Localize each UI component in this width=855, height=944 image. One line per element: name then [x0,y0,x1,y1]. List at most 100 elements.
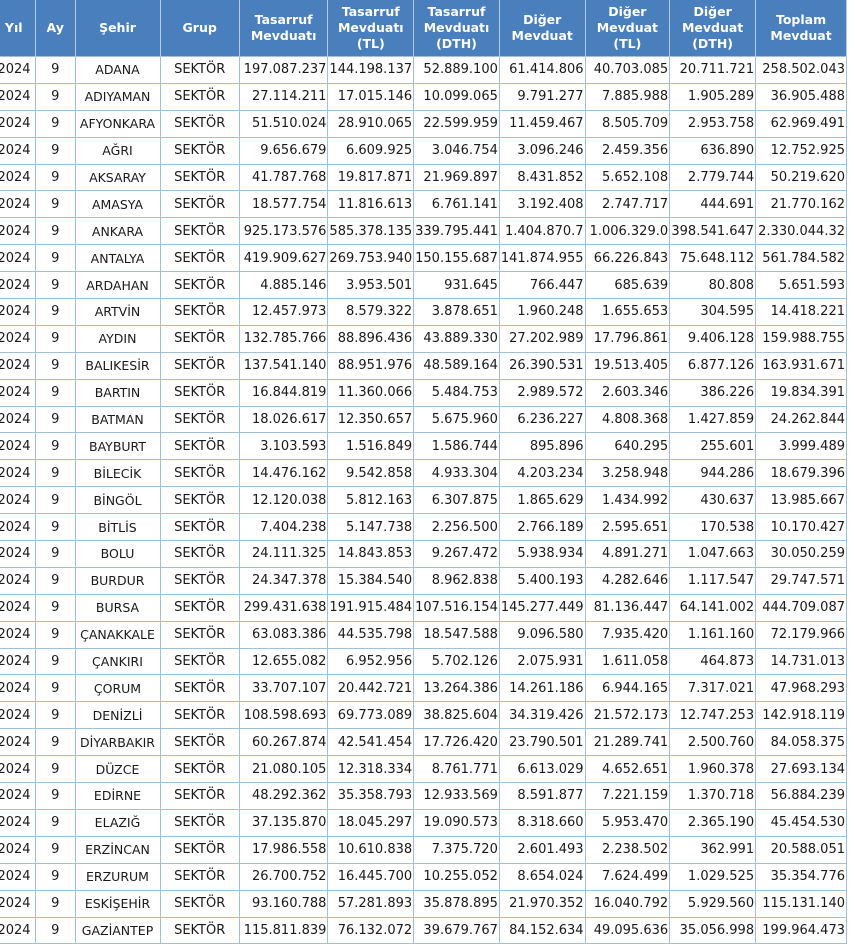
table-row[interactable]: 2024 9 BAYBURT SEKTÖR 3.103.593 1.516.849 1.58… [0,432,847,461]
cell-tasarruf-mevduati[interactable]: 18.577.754 [238,190,329,219]
cell-ay[interactable]: 9 [34,324,76,353]
cell-grup[interactable]: SEKTÖR [159,324,240,353]
cell-diger-mevduat[interactable]: 766.447 [498,271,586,300]
cell-diger-mevduat[interactable]: 8.591.877 [498,782,586,810]
cell-diger-mevduat-dth[interactable]: 12.747.253 [669,701,757,730]
cell-yil[interactable]: 2024 [0,513,36,542]
cell-diger-mevduat-dth[interactable]: 1.427.859 [669,405,757,434]
cell-diger-mevduat[interactable]: 145.277.449 [498,593,586,622]
cell-toplam-mevduat[interactable]: 561.784.582 [755,244,847,273]
cell-sehir[interactable]: DENİZLİ [74,701,161,730]
cell-sehir[interactable]: BİTLİS [74,513,161,542]
cell-tasarruf-mevduati[interactable]: 21.080.105 [238,755,329,784]
cell-ay[interactable]: 9 [34,540,76,568]
table-row[interactable]: 2024 9 AFYONKARA SEKTÖR 51.510.024 28.910.065… [0,109,847,138]
cell-tasarruf-mevduati-dth[interactable]: 38.825.604 [413,701,500,730]
cell-tasarruf-mevduati-dth[interactable]: 10.099.065 [413,82,500,111]
cell-yil[interactable]: 2024 [0,540,36,568]
cell-tasarruf-mevduati-dth[interactable]: 6.761.141 [413,190,500,219]
cell-diger-mevduat-dth[interactable]: 255.601 [669,432,757,461]
cell-tasarruf-mevduati-tl[interactable]: 44.535.798 [327,620,415,649]
cell-diger-mevduat-tl[interactable]: 19.513.405 [584,351,671,380]
cell-ay[interactable]: 9 [34,620,76,649]
table-row[interactable]: 2024 9 BARTIN SEKTÖR 16.844.819 11.360.066 5.4… [0,378,847,407]
cell-tasarruf-mevduati-dth[interactable]: 107.516.154 [413,593,500,622]
table-row[interactable]: 2024 9 ANTALYA SEKTÖR 419.909.627 269.753.940… [0,244,847,273]
cell-sehir[interactable]: ARDAHAN [74,271,161,300]
cell-tasarruf-mevduati-tl[interactable]: 88.951.976 [327,351,415,380]
cell-diger-mevduat-tl[interactable]: 2.595.651 [584,513,671,542]
cell-sehir[interactable]: AĞRI [74,136,161,165]
cell-diger-mevduat-dth[interactable]: 636.890 [669,136,757,165]
cell-grup[interactable]: SEKTÖR [159,728,240,757]
cell-diger-mevduat[interactable]: 5.938.934 [498,540,586,568]
cell-diger-mevduat[interactable]: 6.236.227 [498,405,586,434]
cell-tasarruf-mevduati-dth[interactable]: 13.264.386 [413,674,500,703]
cell-ay[interactable]: 9 [34,163,76,192]
cell-diger-mevduat[interactable]: 3.192.408 [498,190,586,219]
cell-sehir[interactable]: BİNGÖL [74,486,161,515]
cell-diger-mevduat[interactable]: 2.601.493 [498,835,586,864]
cell-toplam-mevduat[interactable]: 115.131.140 [755,889,847,918]
table-row[interactable]: 2024 9 ÇANAKKALE SEKTÖR 63.083.386 44.535.798… [0,620,847,649]
cell-grup[interactable]: SEKTÖR [159,647,240,676]
cell-toplam-mevduat[interactable]: 3.999.489 [755,432,847,461]
cell-sehir[interactable]: AYDIN [74,324,161,353]
cell-sehir[interactable]: BALIKESİR [74,351,161,380]
cell-ay[interactable]: 9 [34,674,76,703]
cell-diger-mevduat-tl[interactable]: 1.434.992 [584,486,671,515]
cell-yil[interactable]: 2024 [0,244,36,273]
cell-toplam-mevduat[interactable]: 163.931.671 [755,351,847,380]
cell-tasarruf-mevduati-tl[interactable]: 88.896.436 [327,324,415,353]
cell-tasarruf-mevduati-tl[interactable]: 5.147.738 [327,513,415,542]
cell-toplam-mevduat[interactable]: 159.988.755 [755,324,847,353]
cell-diger-mevduat-dth[interactable]: 444.691 [669,190,757,219]
cell-tasarruf-mevduati-dth[interactable]: 35.878.895 [413,889,500,918]
cell-diger-mevduat-tl[interactable]: 66.226.843 [584,244,671,273]
cell-diger-mevduat-tl[interactable]: 21.572.173 [584,701,671,730]
table-row[interactable]: 2024 9 AĞRI SEKTÖR 9.656.679 6.609.925 3.046.7… [0,136,847,165]
cell-tasarruf-mevduati-dth[interactable]: 5.702.126 [413,647,500,676]
col-header-tasarruf-mevduati[interactable]: Tasarruf Mevduatı [239,0,329,57]
cell-diger-mevduat[interactable]: 895.896 [498,432,586,461]
cell-tasarruf-mevduati-tl[interactable]: 269.753.940 [327,244,415,273]
cell-sehir[interactable]: ANTALYA [74,244,161,273]
cell-tasarruf-mevduati[interactable]: 24.347.378 [238,566,329,595]
cell-tasarruf-mevduati-tl[interactable]: 191.915.484 [327,593,415,622]
cell-tasarruf-mevduati[interactable]: 60.267.874 [238,728,329,757]
cell-diger-mevduat[interactable]: 2.766.189 [498,513,586,542]
cell-toplam-mevduat[interactable]: 5.651.593 [755,271,847,300]
cell-sehir[interactable]: ARTVİN [74,298,161,326]
cell-ay[interactable]: 9 [34,271,76,300]
cell-diger-mevduat-dth[interactable]: 1.370.718 [669,782,757,810]
cell-diger-mevduat[interactable]: 1.865.629 [498,486,586,515]
cell-grup[interactable]: SEKTÖR [159,271,240,300]
cell-diger-mevduat-tl[interactable]: 4.282.646 [584,566,671,595]
cell-diger-mevduat-tl[interactable]: 1.611.058 [584,647,671,676]
cell-tasarruf-mevduati-dth[interactable]: 5.675.960 [413,405,500,434]
cell-diger-mevduat-tl[interactable]: 685.639 [584,271,671,300]
cell-grup[interactable]: SEKTÖR [159,701,240,730]
cell-tasarruf-mevduati[interactable]: 17.986.558 [238,835,329,864]
table-row[interactable]: 2024 9 BATMAN SEKTÖR 18.026.617 12.350.657 5.6… [0,405,847,434]
cell-diger-mevduat-dth[interactable]: 304.595 [669,298,757,326]
cell-diger-mevduat[interactable]: 9.096.580 [498,620,586,649]
cell-yil[interactable]: 2024 [0,217,36,246]
cell-grup[interactable]: SEKTÖR [159,163,240,192]
table-row[interactable]: 2024 9 ARDAHAN SEKTÖR 4.885.146 3.953.501 931.… [0,271,847,300]
cell-tasarruf-mevduati[interactable]: 12.655.082 [238,647,329,676]
cell-tasarruf-mevduati[interactable]: 419.909.627 [238,244,329,273]
table-row[interactable]: 2024 9 BURSA SEKTÖR 299.431.638 191.915.484 10… [0,593,847,622]
table-row[interactable]: 2024 9 EDİRNE SEKTÖR 48.292.362 35.358.793 12.… [0,782,847,810]
cell-tasarruf-mevduati[interactable]: 26.700.752 [238,862,329,891]
cell-ay[interactable]: 9 [34,647,76,676]
cell-sehir[interactable]: ADIYAMAN [74,82,161,111]
cell-ay[interactable]: 9 [34,486,76,515]
cell-tasarruf-mevduati-dth[interactable]: 19.090.573 [413,808,500,837]
table-row[interactable]: 2024 9 ÇANKIRI SEKTÖR 12.655.082 6.952.956 5.7… [0,647,847,676]
cell-tasarruf-mevduati-tl[interactable]: 9.542.858 [327,459,415,488]
cell-diger-mevduat[interactable]: 141.874.955 [498,244,586,273]
cell-diger-mevduat-tl[interactable]: 1.006.329.0 [584,217,671,246]
col-header-diger-mevduat[interactable]: Diğer Mevduat [499,0,586,57]
cell-ay[interactable]: 9 [34,136,76,165]
